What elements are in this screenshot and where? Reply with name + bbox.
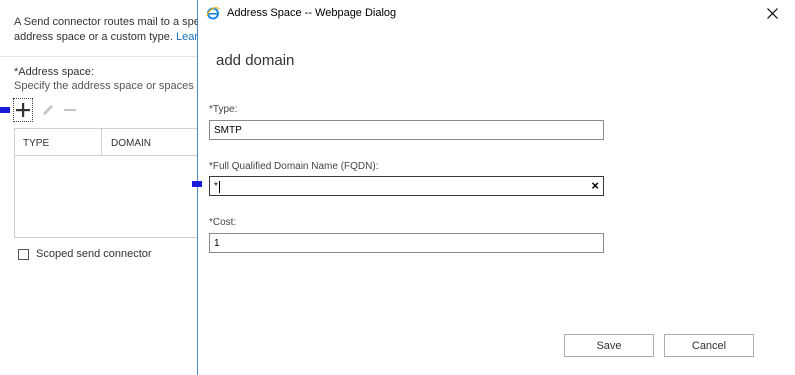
fqdn-field[interactable]: * × xyxy=(209,176,604,196)
address-space-dialog: Address Space -- Webpage Dialog add doma… xyxy=(192,0,795,375)
save-button[interactable]: Save xyxy=(564,334,654,357)
close-icon xyxy=(766,7,778,19)
intro-text-line2: address space or a custom type. Learn xyxy=(14,31,204,43)
cancel-button[interactable]: Cancel xyxy=(664,334,754,357)
type-field[interactable]: SMTP xyxy=(209,120,604,140)
address-space-label: *Address space: xyxy=(14,66,95,78)
scoped-send-connector-checkbox[interactable] xyxy=(18,249,29,260)
pencil-icon xyxy=(43,105,53,115)
clear-field-icon[interactable]: × xyxy=(591,179,599,193)
minus-icon xyxy=(64,109,76,111)
internet-explorer-icon xyxy=(206,7,220,20)
type-label: *Type: xyxy=(209,104,238,115)
fqdn-label: *Full Qualified Domain Name (FQDN): xyxy=(209,161,379,172)
focus-marker xyxy=(0,107,10,113)
column-domain[interactable]: DOMAIN xyxy=(111,138,151,149)
fqdn-value: * xyxy=(214,181,218,192)
dialog-titlebar[interactable]: Address Space -- Webpage Dialog xyxy=(198,0,795,27)
edit-button[interactable] xyxy=(38,98,58,122)
type-value: SMTP xyxy=(214,125,242,136)
divider xyxy=(0,56,200,57)
fqdn-focus-marker xyxy=(192,181,202,187)
remove-button[interactable] xyxy=(60,98,80,122)
text-caret xyxy=(218,181,220,193)
grid-header: TYPE DOMAIN xyxy=(15,129,203,156)
address-space-grid: TYPE DOMAIN xyxy=(14,128,204,238)
cost-field[interactable]: 1 xyxy=(209,233,604,253)
intro-text-line1: A Send connector routes mail to a spe xyxy=(14,16,200,28)
column-divider xyxy=(101,129,102,155)
address-space-help: Specify the address space or spaces to xyxy=(14,80,206,92)
plus-icon xyxy=(16,103,30,117)
dialog-title: Address Space -- Webpage Dialog xyxy=(227,7,397,19)
cost-label: *Cost: xyxy=(209,217,237,228)
column-type[interactable]: TYPE xyxy=(23,138,49,149)
intro-text-line2-body: address space or a custom type. xyxy=(14,31,177,43)
cost-value: 1 xyxy=(214,238,220,249)
dialog-heading: add domain xyxy=(216,52,295,69)
scoped-send-connector-label: Scoped send connector xyxy=(36,248,152,260)
close-button[interactable] xyxy=(763,4,781,22)
add-button[interactable] xyxy=(13,98,33,122)
